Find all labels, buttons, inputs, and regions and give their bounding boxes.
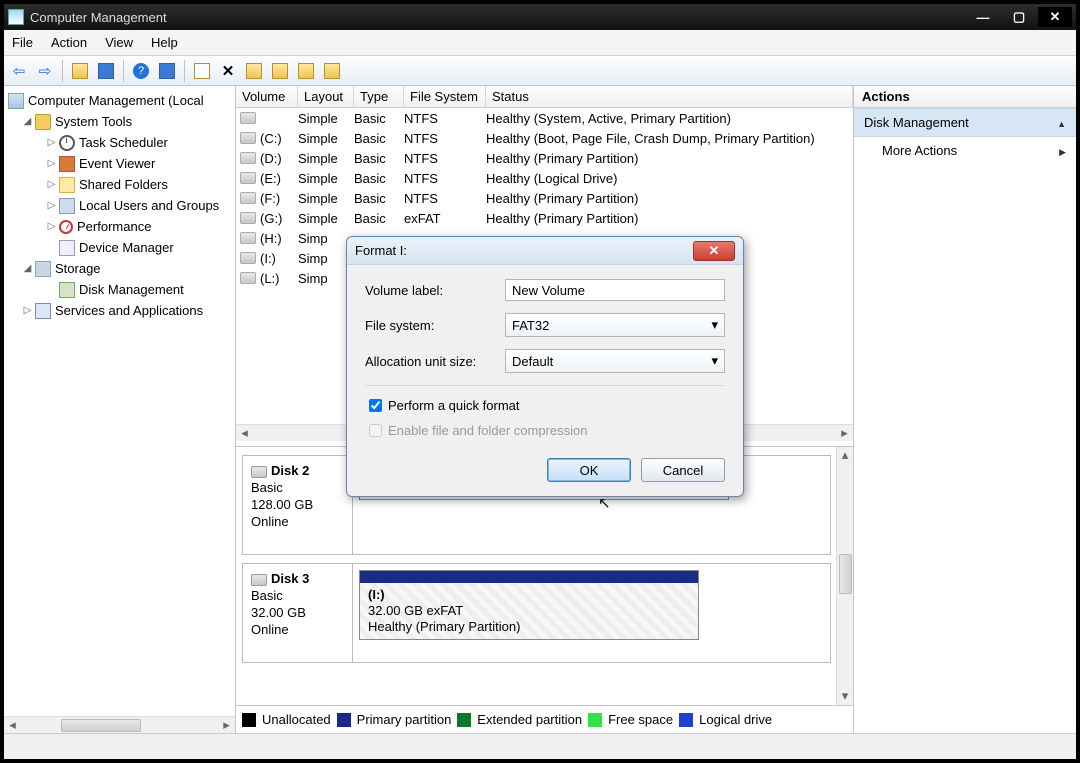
tree-disk-management[interactable]: Disk Management bbox=[8, 279, 235, 300]
window-title: Computer Management bbox=[30, 10, 966, 25]
volume-icon bbox=[240, 232, 256, 244]
actions-more[interactable]: More Actions bbox=[854, 137, 1076, 164]
cancel-button[interactable]: Cancel bbox=[641, 458, 725, 482]
volume-label-input[interactable]: New Volume bbox=[505, 279, 725, 301]
table-row[interactable]: (D:)SimpleBasicNTFSHealthy (Primary Part… bbox=[236, 148, 853, 168]
toolbar-icon[interactable] bbox=[269, 60, 291, 82]
close-button[interactable]: ✕ bbox=[1038, 7, 1072, 27]
disk-info: Disk 2Basic128.00 GBOnline bbox=[243, 456, 353, 554]
tree-services-apps[interactable]: ▷Services and Applications bbox=[8, 300, 235, 321]
allocation-select[interactable]: Default▾ bbox=[505, 349, 725, 373]
toolbar-icon[interactable] bbox=[295, 60, 317, 82]
app-icon bbox=[8, 9, 24, 25]
col-filesystem[interactable]: File System bbox=[404, 86, 486, 107]
tree-shared-folders[interactable]: ▷Shared Folders bbox=[8, 174, 235, 195]
disk-icon bbox=[251, 466, 267, 478]
chevron-down-icon: ▾ bbox=[711, 317, 718, 333]
volume-icon bbox=[240, 172, 256, 184]
menu-action[interactable]: Action bbox=[51, 35, 87, 50]
quick-format-checkbox[interactable]: Perform a quick format bbox=[365, 396, 725, 415]
quick-format-box[interactable] bbox=[369, 399, 382, 412]
menu-view[interactable]: View bbox=[105, 35, 133, 50]
refresh-button[interactable] bbox=[191, 60, 213, 82]
filesystem-select[interactable]: FAT32▾ bbox=[505, 313, 725, 337]
partition-header bbox=[360, 571, 698, 583]
table-row[interactable]: (G:)SimpleBasicexFATHealthy (Primary Par… bbox=[236, 208, 853, 228]
volume-label-label: Volume label: bbox=[365, 283, 505, 298]
ok-button[interactable]: OK bbox=[547, 458, 631, 482]
dialog-title: Format I: bbox=[355, 243, 693, 258]
chevron-down-icon: ▾ bbox=[711, 353, 718, 369]
toolbar-icon[interactable] bbox=[156, 60, 178, 82]
swatch-free bbox=[588, 713, 602, 727]
legend: Unallocated Primary partition Extended p… bbox=[236, 705, 853, 733]
actions-pane: Actions Disk Management More Actions bbox=[854, 86, 1076, 733]
toolbar-icon[interactable] bbox=[69, 60, 91, 82]
col-volume[interactable]: Volume bbox=[236, 86, 298, 107]
disk-panel[interactable]: Disk 3Basic32.00 GBOnline(I:)32.00 GB ex… bbox=[242, 563, 831, 663]
app-window: Computer Management — ▢ ✕ File Action Vi… bbox=[3, 3, 1077, 760]
compression-box bbox=[369, 424, 382, 437]
back-button[interactable] bbox=[8, 60, 30, 82]
toolbar-icon[interactable] bbox=[95, 60, 117, 82]
dialog-titlebar[interactable]: Format I: ✕ bbox=[347, 237, 743, 265]
swatch-unallocated bbox=[242, 713, 256, 727]
volume-table-header: Volume Layout Type File System Status bbox=[236, 86, 853, 108]
compression-checkbox: Enable file and folder compression bbox=[365, 421, 725, 440]
format-dialog: Format I: ✕ Volume label: New Volume Fil… bbox=[346, 236, 744, 497]
actions-disk-management[interactable]: Disk Management bbox=[854, 108, 1076, 137]
menubar: File Action View Help bbox=[4, 30, 1076, 56]
maximize-button[interactable]: ▢ bbox=[1002, 7, 1036, 27]
col-type[interactable]: Type bbox=[354, 86, 404, 107]
menu-file[interactable]: File bbox=[12, 35, 33, 50]
toolbar: ? ✕ bbox=[4, 56, 1076, 86]
tree-task-scheduler[interactable]: ▷Task Scheduler bbox=[8, 132, 235, 153]
submenu-icon bbox=[1059, 143, 1066, 158]
tree-storage[interactable]: ◢Storage bbox=[8, 258, 235, 279]
forward-button[interactable] bbox=[34, 60, 56, 82]
toolbar-icon[interactable] bbox=[243, 60, 265, 82]
disk-icon bbox=[251, 574, 267, 586]
tree-root[interactable]: Computer Management (Local bbox=[8, 90, 235, 111]
tree-pane: Computer Management (Local ◢System Tools… bbox=[4, 86, 236, 733]
col-status[interactable]: Status bbox=[486, 86, 853, 107]
titlebar[interactable]: Computer Management — ▢ ✕ bbox=[4, 4, 1076, 30]
dialog-close-button[interactable]: ✕ bbox=[693, 241, 735, 261]
tree-device-manager[interactable]: Device Manager bbox=[8, 237, 235, 258]
actions-header: Actions bbox=[854, 86, 1076, 108]
disk-info: Disk 3Basic32.00 GBOnline bbox=[243, 564, 353, 662]
volume-icon bbox=[240, 132, 256, 144]
col-layout[interactable]: Layout bbox=[298, 86, 354, 107]
volume-icon bbox=[240, 112, 256, 124]
table-row[interactable]: SimpleBasicNTFSHealthy (System, Active, … bbox=[236, 108, 853, 128]
volume-icon bbox=[240, 192, 256, 204]
tree-performance[interactable]: ▷Performance bbox=[8, 216, 235, 237]
tree-local-users[interactable]: ▷Local Users and Groups bbox=[8, 195, 235, 216]
toolbar-icon[interactable] bbox=[321, 60, 343, 82]
swatch-logical bbox=[679, 713, 693, 727]
volume-icon bbox=[240, 212, 256, 224]
table-row[interactable]: (C:)SimpleBasicNTFSHealthy (Boot, Page F… bbox=[236, 128, 853, 148]
partition-box[interactable]: (I:)32.00 GB exFATHealthy (Primary Parti… bbox=[359, 570, 699, 640]
swatch-primary bbox=[337, 713, 351, 727]
table-row[interactable]: (F:)SimpleBasicNTFSHealthy (Primary Part… bbox=[236, 188, 853, 208]
table-row[interactable]: (E:)SimpleBasicNTFSHealthy (Logical Driv… bbox=[236, 168, 853, 188]
help-button[interactable]: ? bbox=[130, 60, 152, 82]
minimize-button[interactable]: — bbox=[966, 7, 1000, 27]
swatch-extended bbox=[457, 713, 471, 727]
allocation-label: Allocation unit size: bbox=[365, 354, 505, 369]
volume-icon bbox=[240, 272, 256, 284]
filesystem-label: File system: bbox=[365, 318, 505, 333]
statusbar bbox=[4, 733, 1076, 759]
volume-icon bbox=[240, 252, 256, 264]
tree-system-tools[interactable]: ◢System Tools bbox=[8, 111, 235, 132]
tree-event-viewer[interactable]: ▷Event Viewer bbox=[8, 153, 235, 174]
delete-button[interactable]: ✕ bbox=[217, 60, 239, 82]
menu-help[interactable]: Help bbox=[151, 35, 178, 50]
disk-vertical-scrollbar[interactable]: ▴▾ bbox=[836, 447, 853, 705]
tree-horizontal-scrollbar[interactable]: ◂▸ bbox=[4, 716, 235, 733]
collapse-icon bbox=[1057, 115, 1066, 130]
volume-icon bbox=[240, 152, 256, 164]
